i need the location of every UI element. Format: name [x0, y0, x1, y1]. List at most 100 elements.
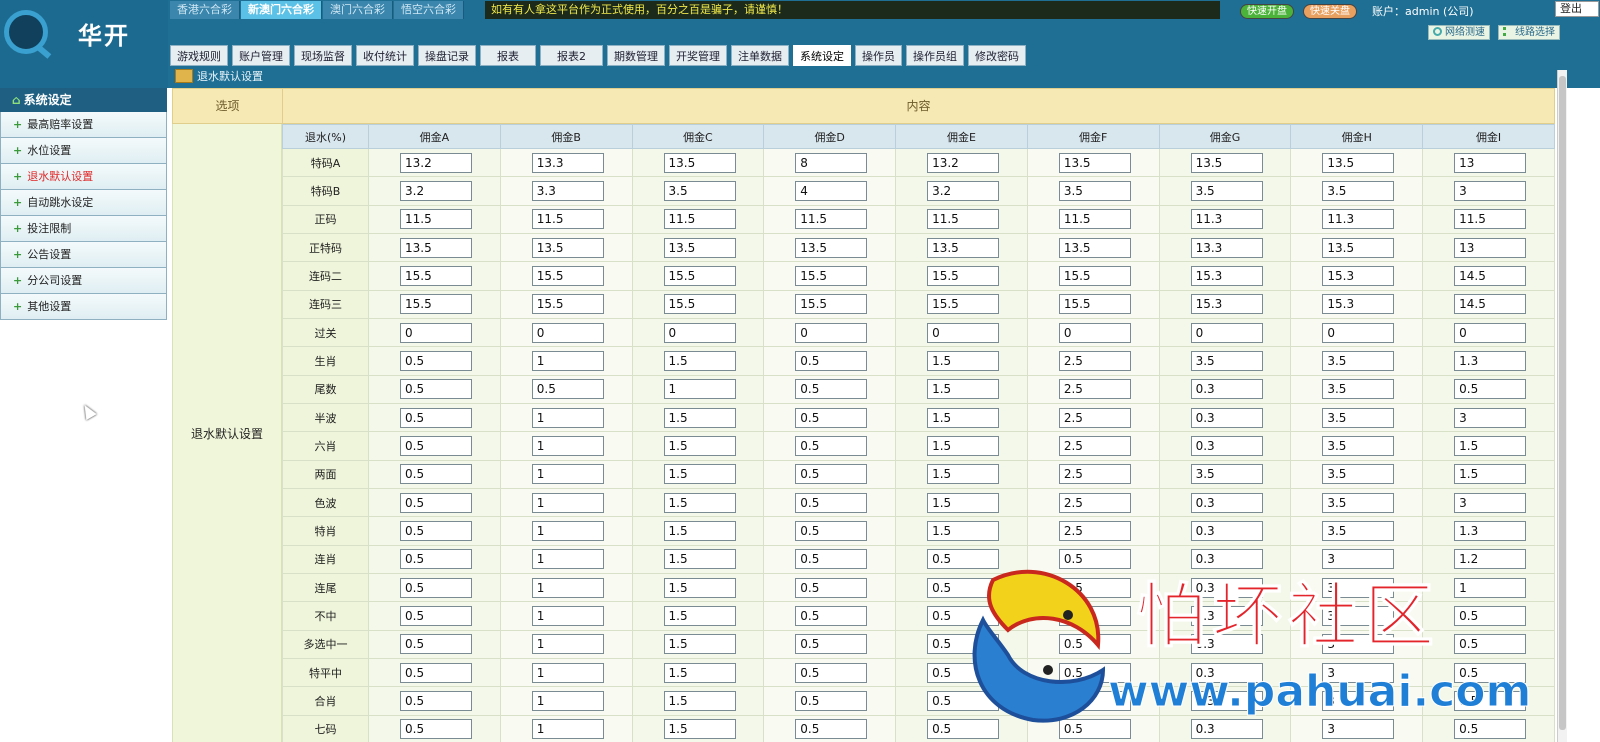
rebate-input[interactable]: 3.5 [1190, 180, 1263, 201]
rebate-input[interactable]: 1.5 [927, 379, 1000, 400]
rebate-input[interactable]: 3 [1454, 492, 1527, 513]
network-test-button[interactable]: 网络测速 [1428, 25, 1490, 40]
rebate-input[interactable]: 11.3 [1190, 209, 1263, 230]
rebate-input[interactable]: 1 [531, 605, 604, 626]
rebate-input[interactable]: 15.5 [927, 294, 1000, 315]
rebate-input[interactable]: 11.5 [531, 209, 604, 230]
menu-item[interactable]: 报表2 [540, 45, 603, 66]
rebate-input[interactable]: 1.5 [663, 605, 736, 626]
rebate-input[interactable]: 3 [1454, 180, 1527, 201]
rebate-input[interactable]: 2.5 [1058, 464, 1131, 485]
rebate-input[interactable]: 0.5 [1454, 379, 1527, 400]
rebate-input[interactable]: 15.5 [531, 265, 604, 286]
sidebar-item[interactable]: + 水位设置 [0, 138, 167, 164]
rebate-input[interactable]: 3.5 [1058, 180, 1131, 201]
rebate-input[interactable]: 1.5 [663, 690, 736, 711]
rebate-input[interactable]: 13.2 [927, 152, 1000, 173]
rebate-input[interactable]: 15.5 [400, 294, 472, 315]
rebate-input[interactable]: 0.5 [1058, 719, 1131, 740]
rebate-input[interactable]: 11.5 [927, 209, 1000, 230]
lottery-tab[interactable]: 悟空六合彩 [394, 1, 464, 19]
rebate-input[interactable]: 0.5 [400, 605, 472, 626]
lottery-tab[interactable]: 香港六合彩 [170, 1, 240, 19]
rebate-input[interactable]: 0.5 [400, 464, 472, 485]
rebate-input[interactable]: 3.5 [1190, 464, 1263, 485]
rebate-input[interactable]: 15.3 [1190, 265, 1263, 286]
rebate-input[interactable]: 0.5 [795, 379, 868, 400]
rebate-input[interactable]: 3.2 [927, 180, 1000, 201]
rebate-input[interactable]: 15.5 [1058, 294, 1131, 315]
rebate-input[interactable]: 1 [531, 407, 604, 428]
rebate-input[interactable]: 1.5 [663, 719, 736, 740]
rebate-input[interactable]: 11.5 [795, 209, 868, 230]
rebate-input[interactable]: 13.5 [1058, 152, 1131, 173]
rebate-input[interactable]: 1 [531, 719, 604, 740]
rebate-input[interactable]: 15.5 [400, 265, 472, 286]
rebate-input[interactable]: 15.5 [663, 294, 736, 315]
rebate-input[interactable]: 14.5 [1454, 294, 1527, 315]
rebate-input[interactable]: 13.5 [400, 237, 472, 258]
rebate-input[interactable]: 15.3 [1322, 265, 1395, 286]
menu-item[interactable]: 收付统计 [356, 45, 414, 66]
rebate-input[interactable]: 0.3 [1190, 407, 1263, 428]
rebate-input[interactable]: 8 [795, 152, 868, 173]
rebate-input[interactable]: 1 [531, 520, 604, 541]
rebate-input[interactable]: 3 [1322, 634, 1395, 655]
lottery-tab[interactable]: 新澳门六合彩 [241, 1, 322, 19]
rebate-input[interactable]: 0.5 [1058, 549, 1131, 570]
rebate-input[interactable]: 3.5 [1322, 492, 1395, 513]
rebate-input[interactable]: 0.5 [795, 407, 868, 428]
rebate-input[interactable]: 11.5 [663, 209, 736, 230]
menu-item[interactable]: 系统设定 [793, 45, 851, 66]
rebate-input[interactable]: 0.5 [927, 577, 1000, 598]
rebate-input[interactable]: 0.5 [927, 719, 1000, 740]
rebate-input[interactable]: 15.3 [1322, 294, 1395, 315]
quick-close-button[interactable]: 快速关盘 [1303, 4, 1357, 19]
rebate-input[interactable]: 1.5 [663, 407, 736, 428]
rebate-input[interactable]: 0.5 [400, 379, 472, 400]
rebate-input[interactable]: 0.3 [1190, 492, 1263, 513]
rebate-input[interactable]: 15.5 [927, 265, 1000, 286]
menu-item[interactable]: 游戏规则 [170, 45, 228, 66]
menu-item[interactable]: 操作员组 [906, 45, 964, 66]
rebate-input[interactable]: 13.5 [927, 237, 1000, 258]
rebate-input[interactable]: 0.5 [795, 577, 868, 598]
rebate-input[interactable]: 1 [531, 690, 604, 711]
rebate-input[interactable]: 0.5 [400, 634, 472, 655]
rebate-input[interactable]: 11.5 [1058, 209, 1131, 230]
rebate-input[interactable]: 0.5 [795, 435, 868, 456]
rebate-input[interactable]: 14.5 [1454, 265, 1527, 286]
rebate-input[interactable]: 11.5 [400, 209, 472, 230]
rebate-input[interactable]: 0.5 [1454, 662, 1527, 683]
rebate-input[interactable]: 0.5 [1058, 634, 1131, 655]
rebate-input[interactable]: 15.5 [795, 265, 868, 286]
rebate-input[interactable]: 1.2 [1454, 549, 1527, 570]
rebate-input[interactable]: 0.5 [400, 407, 472, 428]
rebate-input[interactable]: 3.5 [1322, 520, 1395, 541]
rebate-input[interactable]: 3 [1322, 719, 1395, 740]
rebate-input[interactable]: 1.5 [663, 464, 736, 485]
rebate-input[interactable]: 0 [795, 322, 868, 343]
rebate-input[interactable]: 0.5 [400, 492, 472, 513]
rebate-input[interactable]: 0 [663, 322, 736, 343]
rebate-input[interactable]: 4 [795, 180, 868, 201]
rebate-input[interactable]: 13.5 [1190, 152, 1263, 173]
rebate-input[interactable]: 0 [1454, 322, 1527, 343]
rebate-input[interactable]: 11.3 [1322, 209, 1395, 230]
rebate-input[interactable]: 3.5 [1190, 350, 1263, 371]
rebate-input[interactable]: 0.5 [1454, 690, 1527, 711]
rebate-input[interactable]: 3.5 [1322, 407, 1395, 428]
menu-item[interactable]: 账户管理 [232, 45, 290, 66]
rebate-input[interactable]: 2.5 [1058, 520, 1131, 541]
rebate-input[interactable]: 1 [531, 492, 604, 513]
rebate-input[interactable]: 3 [1322, 577, 1395, 598]
rebate-input[interactable]: 1.5 [663, 662, 736, 683]
rebate-input[interactable]: 0.5 [400, 435, 472, 456]
rebate-input[interactable]: 1.5 [1454, 464, 1527, 485]
rebate-input[interactable]: 0 [1190, 322, 1263, 343]
rebate-input[interactable]: 3.5 [1322, 180, 1395, 201]
rebate-input[interactable]: 13.5 [1322, 237, 1395, 258]
rebate-input[interactable]: 0.5 [927, 634, 1000, 655]
rebate-input[interactable]: 13.3 [531, 152, 604, 173]
rebate-input[interactable]: 2.5 [1058, 407, 1131, 428]
